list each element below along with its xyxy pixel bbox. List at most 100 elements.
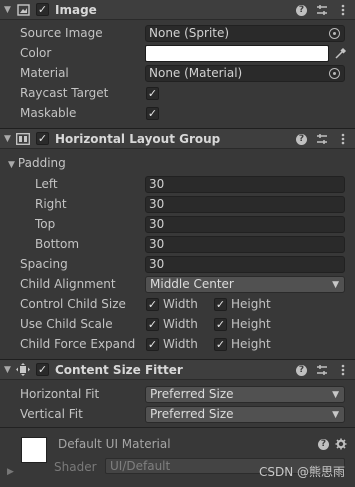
padding-bottom-input[interactable]: 30: [145, 235, 345, 253]
image-component-icon: [16, 3, 30, 17]
control-child-size-row: Control Child Size ✓ Width ✓ Height: [0, 294, 355, 314]
horizontal-fit-dropdown[interactable]: Preferred Size ▼: [145, 385, 345, 403]
scale-width-checkbox[interactable]: ✓: [146, 317, 159, 331]
expand-width-checkbox[interactable]: ✓: [146, 337, 159, 351]
context-menu-icon[interactable]: [337, 132, 349, 146]
source-image-value: None (Sprite): [149, 25, 230, 40]
image-enable-checkbox[interactable]: ✓: [36, 3, 49, 16]
padding-label: Padding: [17, 156, 66, 170]
control-width-checkbox[interactable]: ✓: [146, 297, 159, 311]
preset-icon[interactable]: [316, 3, 328, 17]
color-row: Color: [0, 43, 355, 63]
control-width-toggle[interactable]: ✓ Width: [146, 297, 198, 311]
help-icon[interactable]: ?: [296, 133, 307, 145]
dropdown-arrow-icon: ▼: [332, 389, 339, 400]
source-image-row: Source Image None (Sprite): [0, 23, 355, 43]
scale-width-toggle[interactable]: ✓ Width: [146, 317, 198, 331]
vertical-fit-value: Preferred Size: [150, 406, 234, 421]
layout-group-icon: [16, 132, 30, 146]
content-size-fitter-title: Content Size Fitter: [55, 362, 183, 377]
use-child-scale-label: Use Child Scale: [20, 317, 113, 331]
fold-arrow-icon[interactable]: ▼: [8, 160, 15, 170]
expand-width-toggle[interactable]: ✓ Width: [146, 337, 198, 351]
material-name: Default UI Material: [58, 437, 171, 451]
object-picker-icon[interactable]: [329, 67, 340, 79]
material-preview-swatch[interactable]: [21, 437, 47, 463]
padding-right-label: Right: [35, 197, 67, 211]
image-component-title: Image: [55, 2, 97, 17]
control-height-checkbox[interactable]: ✓: [214, 297, 227, 311]
padding-bottom-label: Bottom: [35, 237, 80, 251]
fold-arrow-icon[interactable]: ▼: [4, 134, 14, 144]
child-alignment-value: Middle Center: [150, 276, 234, 291]
padding-bottom-row: Bottom 30: [0, 234, 355, 254]
padding-right-input[interactable]: 30: [145, 195, 345, 213]
horizontal-fit-label: Horizontal Fit: [20, 387, 100, 401]
preset-icon[interactable]: [316, 363, 328, 377]
padding-row[interactable]: ▼ Padding: [0, 153, 355, 173]
dropdown-arrow-icon: ▼: [332, 409, 339, 420]
spacing-row: Spacing 30: [0, 254, 355, 274]
help-icon[interactable]: ?: [296, 364, 307, 376]
fold-arrow-icon[interactable]: ▼: [4, 5, 14, 15]
preset-icon[interactable]: [316, 132, 328, 146]
color-swatch-field[interactable]: [145, 44, 329, 62]
raycast-target-label: Raycast Target: [20, 86, 109, 100]
maskable-label: Maskable: [20, 106, 77, 120]
vertical-fit-dropdown[interactable]: Preferred Size ▼: [145, 405, 345, 423]
content-size-fitter-icon: [16, 363, 30, 377]
source-image-label: Source Image: [20, 26, 103, 40]
padding-left-label: Left: [35, 177, 58, 191]
help-icon[interactable]: ?: [318, 438, 329, 450]
scale-width-label: Width: [163, 317, 198, 331]
fitter-enable-checkbox[interactable]: ✓: [36, 363, 49, 376]
scale-height-label: Height: [231, 317, 271, 331]
source-image-field[interactable]: None (Sprite): [145, 24, 345, 42]
expand-height-checkbox[interactable]: ✓: [214, 337, 227, 351]
material-field[interactable]: None (Material): [145, 64, 345, 82]
expand-height-toggle[interactable]: ✓ Height: [214, 337, 271, 351]
spacing-label: Spacing: [20, 257, 68, 271]
eyedropper-icon[interactable]: [333, 46, 347, 60]
image-component-header[interactable]: ▼ ✓ Image ?: [0, 0, 355, 20]
fold-arrow-icon[interactable]: ▼: [4, 365, 14, 375]
context-menu-icon[interactable]: [337, 3, 349, 17]
padding-top-label: Top: [35, 217, 56, 231]
control-child-size-label: Control Child Size: [20, 297, 126, 311]
control-height-label: Height: [231, 297, 271, 311]
padding-top-input[interactable]: 30: [145, 215, 345, 233]
scale-height-toggle[interactable]: ✓ Height: [214, 317, 271, 331]
dropdown-arrow-icon: ▼: [332, 279, 339, 290]
expand-arrow-icon[interactable]: ▶: [7, 467, 14, 477]
child-alignment-label: Child Alignment: [20, 277, 116, 291]
use-child-scale-row: Use Child Scale ✓ Width ✓ Height: [0, 314, 355, 334]
control-height-toggle[interactable]: ✓ Height: [214, 297, 271, 311]
material-value: None (Material): [149, 65, 243, 80]
context-menu-icon[interactable]: [337, 363, 349, 377]
padding-left-row: Left 30: [0, 174, 355, 194]
maskable-checkbox[interactable]: ✓: [146, 106, 159, 120]
control-width-label: Width: [163, 297, 198, 311]
padding-foldout[interactable]: ▼ Padding: [8, 156, 66, 170]
help-icon[interactable]: ?: [296, 4, 307, 16]
scale-height-checkbox[interactable]: ✓: [214, 317, 227, 331]
content-size-fitter-header[interactable]: ▼ ✓ Content Size Fitter ?: [0, 359, 355, 380]
padding-left-input[interactable]: 30: [145, 175, 345, 193]
child-force-expand-label: Child Force Expand: [20, 337, 136, 351]
raycast-row: Raycast Target ✓: [0, 83, 355, 103]
raycast-target-checkbox[interactable]: ✓: [146, 86, 159, 100]
layout-enable-checkbox[interactable]: ✓: [36, 132, 49, 145]
material-tools: ?: [318, 437, 347, 451]
child-alignment-dropdown[interactable]: Middle Center ▼: [145, 275, 345, 293]
vertical-fit-label: Vertical Fit: [20, 407, 83, 421]
expand-height-label: Height: [231, 337, 271, 351]
material-label: Material: [20, 66, 69, 80]
spacing-input[interactable]: 30: [145, 255, 345, 273]
object-picker-icon[interactable]: [329, 27, 340, 39]
child-alignment-row: Child Alignment Middle Center ▼: [0, 274, 355, 294]
layout-group-title: Horizontal Layout Group: [55, 131, 221, 146]
child-force-expand-row: Child Force Expand ✓ Width ✓ Height: [0, 334, 355, 354]
horizontal-layout-group-header[interactable]: ▼ ✓ Horizontal Layout Group ?: [0, 128, 355, 149]
gear-icon[interactable]: [335, 437, 347, 451]
padding-top-row: Top 30: [0, 214, 355, 234]
